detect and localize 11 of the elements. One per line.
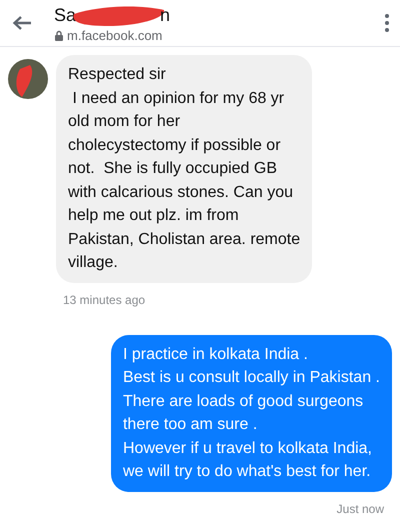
lock-icon [54, 30, 64, 40]
avatar[interactable] [8, 59, 48, 99]
message-time: Just now [336, 502, 384, 516]
contact-name: n [160, 5, 170, 26]
back-arrow-icon[interactable] [12, 15, 32, 31]
more-options-icon[interactable] [384, 13, 390, 33]
sent-message: I practice in kolkata India . Best is u consult locally in Pakistan . There are loads of good surgeons there too am sure . However if u travel to kolkata India, we will try to do what's best for her. [110, 334, 392, 492]
contact-name: Sa [54, 5, 76, 26]
received-message: Respected sir I need an opinion for my 68 yr old mom for her cholecystectomy if possible or not. She is fully occupied GB with calcarious stones. Can you help me out plz. im from Pakistan, Cholistan area. remote village. [56, 55, 312, 282]
message-time: 13 minutes ago [63, 292, 146, 306]
site-url: m.facebook.com [67, 28, 162, 42]
